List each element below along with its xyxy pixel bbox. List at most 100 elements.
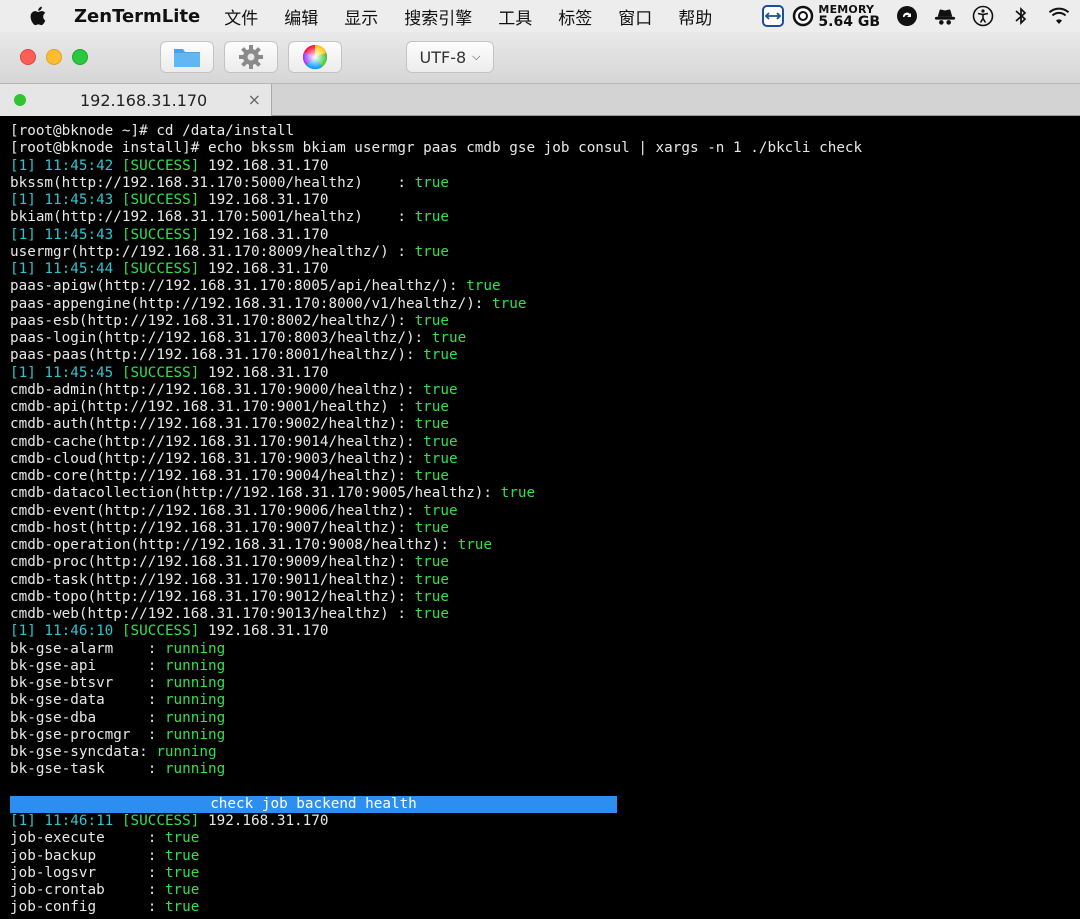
minimize-window-button[interactable] (46, 49, 62, 65)
terminal-text: 192.168.31.170 (199, 623, 329, 640)
terminal-text: [SUCCESS] (121, 623, 200, 640)
terminal-text: true (466, 278, 501, 295)
menu-tools[interactable]: 工具 (498, 4, 532, 29)
terminal-text: job-crontab : (10, 882, 165, 898)
bluetooth-icon[interactable] (1010, 5, 1032, 27)
terminal-text: bkiam(http://192.168.31.170:5001/healthz… (10, 209, 415, 226)
gear-icon (239, 45, 263, 69)
terminal-line: bk-gse-data : running (10, 692, 1080, 709)
terminal-line: cmdb-task(http://192.168.31.170:9011/hea… (10, 572, 1080, 589)
memory-indicator[interactable]: MEMORY 5.64 GB (792, 4, 880, 29)
terminal-text: paas-login(http://192.168.31.170:8003/he… (10, 330, 432, 346)
terminal-text: bk-gse-dba : (10, 709, 165, 726)
terminal-text: true (492, 295, 527, 312)
terminal-text: bk-gse-data : (10, 692, 165, 709)
terminal-text: running (164, 726, 226, 743)
sync-icon[interactable] (896, 5, 918, 27)
terminal-line: [root@bknode install]# echo bkssm bkiam … (10, 140, 1080, 157)
terminal-text: [SUCCESS] (121, 364, 200, 381)
terminal-text: paas-apigw(http://192.168.31.170:8005/ap… (10, 278, 467, 295)
encoding-select[interactable]: UTF-8 ⌵ (406, 41, 494, 73)
terminal-line: [1] 11:46:10 [SUCCESS] 192.168.31.170 (10, 623, 1080, 640)
terminal-line: job-execute : true (10, 830, 1080, 847)
app-menu[interactable]: ZenTermLite (74, 6, 200, 27)
terminal-output[interactable]: [root@bknode ~]# cd /data/install [root@b… (0, 117, 1080, 919)
terminal-line: bk-gse-alarm : running (10, 641, 1080, 658)
terminal-line: cmdb-admin(http://192.168.31.170:9000/he… (10, 382, 1080, 399)
terminal-text: bk-gse-api : (10, 657, 165, 674)
terminal-line: cmdb-cloud(http://192.168.31.170:9003/he… (10, 451, 1080, 468)
terminal-line: paas-esb(http://192.168.31.170:8002/heal… (10, 313, 1080, 330)
terminal-line: job-config : true (10, 899, 1080, 916)
settings-button[interactable] (224, 41, 278, 73)
color-button[interactable] (288, 41, 342, 73)
accessibility-icon[interactable] (972, 5, 994, 27)
terminal-line: cmdb-datacollection(http://192.168.31.17… (10, 485, 1080, 502)
terminal-text: job-execute : (10, 830, 165, 847)
terminal-text: [1] 11:46:11 (10, 813, 122, 829)
close-window-button[interactable] (20, 49, 36, 65)
terminal-text: 192.168.31.170 (199, 364, 329, 381)
terminal-line: bkssm(http://192.168.31.170:5000/healthz… (10, 175, 1080, 192)
terminal-text: paas-paas(http://192.168.31.170:8001/hea… (10, 347, 424, 364)
chevron-down-icon: ⌵ (472, 50, 481, 63)
terminal-text: [SUCCESS] (121, 813, 200, 829)
terminal-text: true (164, 864, 200, 881)
folder-icon (174, 49, 200, 67)
apple-icon[interactable] (28, 5, 50, 27)
menu-help[interactable]: 帮助 (678, 4, 712, 29)
terminal-text: true (500, 485, 536, 502)
terminal-text: bkssm(http://192.168.31.170:5000/healthz… (10, 174, 415, 191)
terminal-text: 192.168.31.170 (199, 192, 329, 208)
terminal-text: [1] 11:45:45 (10, 364, 122, 381)
terminal-text: true (414, 416, 449, 433)
window-toolbar: UTF-8 ⌵ (0, 32, 1080, 84)
terminal-text: 192.168.31.170 (199, 261, 329, 277)
menu-edit[interactable]: 编辑 (284, 4, 318, 29)
terminal-text: cmdb-admin(http://192.168.31.170:9000/he… (10, 381, 424, 398)
terminal-text: [SUCCESS] (121, 157, 200, 174)
terminal-line: cmdb-cache(http://192.168.31.170:9014/he… (10, 434, 1080, 451)
wifi-icon[interactable] (1048, 5, 1070, 27)
terminal-text: [SUCCESS] (121, 192, 200, 208)
terminal-line: job-logsvr : true (10, 865, 1080, 882)
terminal-text: bk-gse-syncdata: (10, 744, 157, 760)
terminal-line: cmdb-operation(http://192.168.31.170:900… (10, 537, 1080, 554)
terminal-text: true (423, 433, 458, 450)
zoom-window-button[interactable] (72, 49, 88, 65)
terminal-text: true (164, 847, 200, 864)
terminal-line: paas-login(http://192.168.31.170:8003/he… (10, 330, 1080, 347)
terminal-line: bk-gse-api : running (10, 658, 1080, 675)
terminal-line: cmdb-web(http://192.168.31.170:9013/heal… (10, 606, 1080, 623)
terminal-text: true (414, 209, 449, 226)
terminal-text: true (164, 830, 200, 847)
terminal-text: [1] 11:45:42 (10, 157, 122, 174)
menu-tabs[interactable]: 标签 (558, 4, 592, 29)
connected-status-icon (14, 94, 26, 106)
remote-control-icon[interactable] (762, 5, 785, 27)
menu-view[interactable]: 显示 (344, 4, 378, 29)
menu-window[interactable]: 窗口 (618, 4, 652, 29)
folder-button[interactable] (160, 41, 214, 73)
terminal-text: running (164, 640, 226, 657)
tab-session[interactable]: 192.168.31.170 × (0, 84, 272, 116)
terminal-text: true (414, 399, 449, 415)
terminal-line: bk-gse-dba : running (10, 710, 1080, 727)
terminal-text: true (414, 554, 449, 571)
terminal-line: [1] 11:46:11 [SUCCESS] 192.168.31.170 (10, 813, 1080, 830)
close-tab-icon[interactable]: × (248, 90, 261, 109)
color-wheel-icon (302, 45, 327, 70)
terminal-text: [1] 11:45:44 (10, 261, 122, 277)
terminal-text: cmdb-core(http://192.168.31.170:9004/hea… (10, 468, 415, 484)
terminal-text: [SUCCESS] (121, 226, 200, 243)
terminal-text: true (414, 519, 449, 536)
terminal-line: job-crontab : true (10, 882, 1080, 899)
gauge-icon (793, 5, 814, 27)
menu-search-engine[interactable]: 搜索引擎 (404, 4, 472, 29)
terminal-text: true (423, 450, 458, 467)
terminal-line: bk-gse-btsvr : running (10, 675, 1080, 692)
incognito-icon[interactable] (934, 5, 956, 27)
terminal-text: running (164, 692, 226, 709)
menu-file[interactable]: 文件 (224, 4, 258, 29)
menu-bar: ZenTermLite 文件 编辑 显示 搜索引擎 工具 标签 窗口 帮助 ME… (0, 0, 1080, 32)
